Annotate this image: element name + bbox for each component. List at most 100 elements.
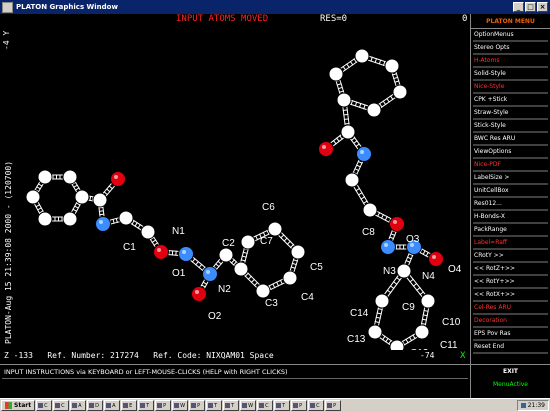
menu-item-roty[interactable]: << RotY+>> <box>471 276 550 287</box>
task-label: W <box>180 402 186 409</box>
menu-item-viewoptions[interactable]: ViewOptions <box>471 146 550 157</box>
taskbar-task-button[interactable]: C <box>257 400 274 411</box>
menu-item-rotx[interactable]: << RotX+>> <box>471 289 550 300</box>
maximize-button[interactable]: □ <box>525 2 536 12</box>
menu-item-solid-style[interactable]: Solid-Style <box>471 68 550 79</box>
menu-item-label-raff[interactable]: Label=Raff <box>471 237 550 248</box>
menu-item-rotz[interactable]: << RotZ+>> <box>471 263 550 274</box>
taskbar-task-button[interactable]: C <box>53 400 70 411</box>
atom-highlight <box>432 255 436 259</box>
menu-item-unitcellbox[interactable]: UnitCellBox <box>471 185 550 196</box>
task-label: D <box>95 402 99 409</box>
menu-item-decoration[interactable]: Decoration <box>471 315 550 326</box>
platon-menu: PLATON MENU OptionMenus Stereo Opts H-Atom… <box>470 14 550 364</box>
menu-item-stick-style[interactable]: Stick-Style <box>471 120 550 131</box>
menu-item-h-atoms[interactable]: H-Atoms <box>471 55 550 66</box>
task-app-icon <box>310 403 316 408</box>
bond-hatch <box>343 113 349 116</box>
taskbar-task-button[interactable]: A <box>104 400 121 411</box>
atom-label-c7: C7 <box>260 236 273 247</box>
menu-item-nice-pdf[interactable]: Nice-PDF <box>471 159 550 170</box>
atom-label-n3: N3 <box>383 266 396 277</box>
taskbar-task-button[interactable]: P <box>291 400 308 411</box>
carbon-atom <box>396 263 412 279</box>
menu-item-stereo-opts[interactable]: Stereo Opts <box>471 42 550 53</box>
atom-highlight <box>271 225 275 229</box>
atom-highlight <box>400 267 404 271</box>
menu-item-nice-style[interactable]: Nice-Style <box>471 81 550 92</box>
minimize-button[interactable]: _ <box>513 2 524 12</box>
taskbar-task-button[interactable]: T <box>223 400 240 411</box>
menu-item-packrange[interactable]: PackRange <box>471 224 550 235</box>
nitrogen-atom <box>178 246 194 262</box>
taskbar-task-button[interactable]: W <box>172 400 189 411</box>
molecule-canvas[interactable]: INPUT ATOMS MOVED RES=0 0 -4 Y PLATON-Au… <box>0 14 470 364</box>
menu-item-bwc-res-aru[interactable]: BWC Res ARU <box>471 133 550 144</box>
taskbar-task-button[interactable]: T <box>138 400 155 411</box>
taskbar-task-button[interactable]: T <box>274 400 291 411</box>
taskbar-task-button[interactable]: P <box>189 400 206 411</box>
atom-highlight <box>340 96 344 100</box>
command-prompt: INPUT INSTRUCTIONS via KEYBOARD or LEFT-… <box>4 368 288 376</box>
task-app-icon <box>327 403 333 408</box>
task-app-icon <box>157 403 163 408</box>
nitrogen-atom <box>380 239 396 255</box>
menu-item-cel-res-aru[interactable]: Cel-Res ARU <box>471 302 550 313</box>
carbon-atom <box>290 244 306 260</box>
taskbar-task-button[interactable]: T <box>206 400 223 411</box>
oxygen-atom <box>191 286 207 302</box>
carbon-atom <box>392 84 408 100</box>
task-label: E <box>129 402 133 409</box>
menu-item-labelsize[interactable]: LabelSize > <box>471 172 550 183</box>
atom-label-n1: N1 <box>172 226 185 237</box>
menu-item-straw-style[interactable]: Straw-Style <box>471 107 550 118</box>
atom-highlight <box>157 248 161 252</box>
command-bar[interactable]: INPUT INSTRUCTIONS via KEYBOARD or LEFT-… <box>0 364 470 398</box>
menu-item-eps-pov-ras[interactable]: EPS Pov Ras <box>471 328 550 339</box>
task-label: C <box>61 402 65 409</box>
close-button[interactable]: × <box>537 2 548 12</box>
menu-item-optionmenus[interactable]: OptionMenus <box>471 29 550 40</box>
task-app-icon <box>106 403 112 408</box>
menu-item-res012[interactable]: Res012... <box>471 198 550 209</box>
task-label: T <box>214 402 218 409</box>
taskbar-task-button[interactable]: D <box>87 400 104 411</box>
task-label: C <box>44 402 48 409</box>
task-app-icon <box>225 403 231 408</box>
carbon-atom <box>354 48 370 64</box>
carbon-atom <box>37 211 53 227</box>
exit-button[interactable]: EXIT <box>471 365 550 378</box>
taskbar-task-button[interactable]: A <box>70 400 87 411</box>
atom-highlight <box>195 290 199 294</box>
atom-label-n4: N4 <box>422 271 435 282</box>
menu-item-cpk-stick[interactable]: CPK +Stick <box>471 94 550 105</box>
atom-highlight <box>66 173 70 177</box>
carbon-atom <box>344 172 360 188</box>
start-button[interactable]: Start <box>1 400 36 411</box>
menu-item-croty[interactable]: CRotY >> <box>471 250 550 261</box>
command-input-line[interactable] <box>2 378 468 379</box>
task-label: C <box>265 402 269 409</box>
menu-item-h-bonds-x[interactable]: H-Bonds-X <box>471 211 550 222</box>
taskbar-task-button[interactable]: P <box>325 400 342 411</box>
taskbar-task-button[interactable]: C <box>36 400 53 411</box>
windows-logo-icon <box>5 402 12 409</box>
menu-title: PLATON MENU <box>471 14 550 29</box>
taskbar-task-button[interactable]: P <box>155 400 172 411</box>
menu-item-reset-end[interactable]: Reset End <box>471 341 550 352</box>
molecule-structure[interactable]: C6 C7 C2 N1 C1 O1 N2 C5 C3 C4 O2 C8 O3 N3 N4 O4 C9 C14 C10… <box>0 14 470 350</box>
atom-highlight <box>237 265 241 269</box>
menu-items: OptionMenus Stereo Opts H-Atoms Solid-Style… <box>471 29 550 354</box>
atom-highlight <box>388 62 392 66</box>
taskbar-task-button[interactable]: C <box>308 400 325 411</box>
taskbar-task-button[interactable]: W <box>240 400 257 411</box>
taskbar-task-button[interactable]: E <box>121 400 138 411</box>
carbon-atom <box>366 102 382 118</box>
atom-label-o3: O3 <box>406 234 420 245</box>
atom-highlight <box>424 297 428 301</box>
task-app-icon <box>55 403 61 408</box>
carbon-atom <box>328 66 344 82</box>
atom-highlight <box>259 287 263 291</box>
carbon-atom <box>240 234 256 250</box>
window-titlebar[interactable]: PLATON Graphics Window _ □ × <box>0 0 550 14</box>
